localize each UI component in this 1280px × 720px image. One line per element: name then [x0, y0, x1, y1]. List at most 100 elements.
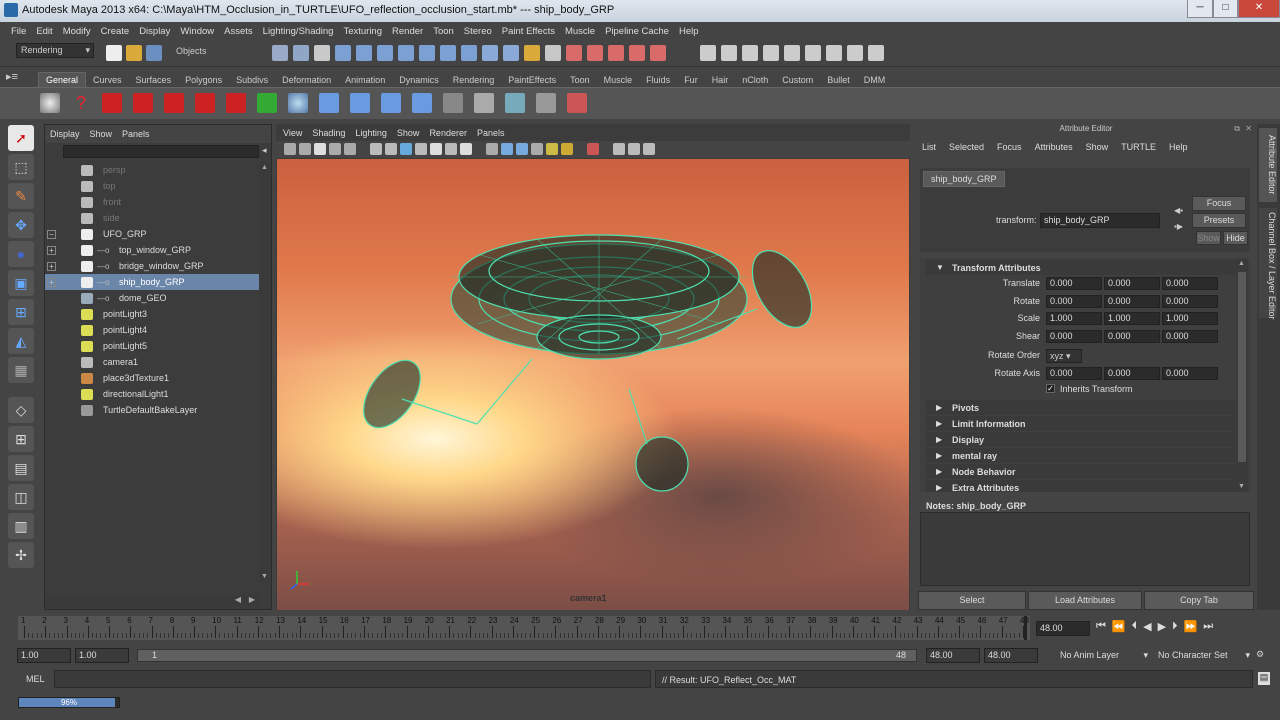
script-language-toggle[interactable]: MEL	[26, 674, 45, 684]
constraint-icon[interactable]	[412, 93, 432, 113]
script-editor-icon[interactable]: ▤	[1258, 672, 1270, 685]
shelf-tab-dmm[interactable]: DMM	[857, 73, 893, 87]
section-display[interactable]: ▶ Display	[926, 432, 1236, 447]
two-d-pan-icon[interactable]	[344, 143, 356, 155]
play-backward-icon[interactable]: ◀	[1143, 620, 1151, 633]
section-pivots[interactable]: ▶ Pivots	[926, 400, 1236, 415]
close-panel-icon[interactable]: ✕	[1245, 124, 1252, 133]
section-extra-attributes[interactable]: ▶ Extra Attributes	[926, 480, 1236, 492]
outliner-search-field[interactable]	[63, 145, 259, 158]
menu-lighting-shading[interactable]: Lighting/Shading	[258, 26, 339, 37]
manipulator-tool-icon[interactable]: ⊞	[8, 299, 34, 325]
ipr-render-icon[interactable]	[587, 45, 603, 61]
shelf-tab-curves[interactable]: Curves	[86, 73, 129, 87]
layout-four-panes-icon[interactable]: ⊞	[8, 426, 34, 452]
shelf-tab-polygons[interactable]: Polygons	[178, 73, 229, 87]
xray-joints-icon[interactable]	[628, 143, 640, 155]
render-icon[interactable]	[566, 45, 582, 61]
shelf-tab-custom[interactable]: Custom	[775, 73, 820, 87]
layout-persp-graph-icon[interactable]: ◫	[8, 484, 34, 510]
select-button[interactable]: Select	[918, 591, 1026, 610]
shelf-tab-painteffects[interactable]: PaintEffects	[501, 73, 563, 87]
menu-window[interactable]: Window	[175, 26, 219, 37]
shelf-tab-general[interactable]: General	[38, 72, 87, 87]
select-object-icon[interactable]	[293, 45, 309, 61]
rotate-y-field[interactable]: 0.000	[1104, 294, 1160, 308]
layout-four-icon[interactable]	[742, 45, 758, 61]
snap-vertex-icon[interactable]	[482, 45, 498, 61]
attr-menu-focus[interactable]: Focus	[997, 142, 1022, 152]
paint-select-tool-icon[interactable]: ✎	[8, 183, 34, 209]
key-preferences-icon[interactable]: ⚙	[1256, 649, 1276, 663]
layout-single-icon[interactable]: ◇	[8, 397, 34, 423]
notes-textarea[interactable]	[920, 512, 1250, 586]
expand-icon[interactable]: +	[47, 261, 56, 271]
outliner-row-pointlight4[interactable]: pointLight4	[45, 322, 259, 338]
snap-view-icon[interactable]	[461, 45, 477, 61]
shelf-tab-fluids[interactable]: Fluids	[639, 73, 677, 87]
outliner-row-persp[interactable]: persp	[45, 162, 259, 178]
current-time-marker[interactable]	[1024, 616, 1027, 640]
maximize-button[interactable]: □	[1213, 0, 1238, 18]
viewport-menu-renderer[interactable]: Renderer	[429, 128, 467, 138]
rotate-axis-z[interactable]: 0.000	[1162, 367, 1218, 380]
outliner-row-ufo-grp[interactable]: − UFO_GRP	[45, 226, 259, 242]
hypershade-icon[interactable]	[629, 45, 645, 61]
paint-brush-icon[interactable]	[567, 93, 587, 113]
attribute-editor-side-tab[interactable]: Attribute Editor	[1259, 128, 1277, 202]
layout-two-icon[interactable]	[721, 45, 737, 61]
range-slider[interactable]: 1 48	[137, 649, 917, 662]
wireframe-on-shaded-icon[interactable]	[516, 143, 528, 155]
attr-menu-selected[interactable]: Selected	[949, 142, 984, 152]
sculpt-tool-icon[interactable]	[133, 93, 153, 113]
lattice-icon[interactable]	[443, 93, 463, 113]
snap-live-icon[interactable]	[419, 45, 435, 61]
viewport-menu-show[interactable]: Show	[397, 128, 420, 138]
safe-action-icon[interactable]	[445, 143, 457, 155]
node-name-field[interactable]: ship_body_GRP	[1040, 213, 1160, 228]
shelf-tab-dynamics[interactable]: Dynamics	[392, 73, 446, 87]
attr-menu-attributes[interactable]: Attributes	[1035, 142, 1073, 152]
section-node-behavior[interactable]: ▶ Node Behavior	[926, 464, 1236, 479]
outliner-row-camera1[interactable]: camera1	[45, 354, 259, 370]
outliner-hscrollbar[interactable]: ◀ ▶	[45, 595, 259, 607]
rotate-axis-x[interactable]: 0.000	[1046, 367, 1102, 380]
viewport-menu-lighting[interactable]: Lighting	[355, 128, 387, 138]
skin-icon[interactable]	[381, 93, 401, 113]
camera-attributes-icon[interactable]	[299, 143, 311, 155]
outliner-toggle-icon[interactable]	[763, 45, 779, 61]
outliner-row-directionallight1[interactable]: directionalLight1	[45, 386, 259, 402]
render-settings-icon[interactable]	[608, 45, 624, 61]
layout-custom-icon[interactable]: ✢	[8, 542, 34, 568]
inherits-transform-checkbox[interactable]: ✓	[1046, 384, 1055, 393]
outliner-row-ship-body-grp[interactable]: + ship_body_GRP —o	[45, 274, 259, 290]
go-to-start-icon[interactable]: ⏮	[1096, 620, 1106, 633]
shelf-tab-deformation[interactable]: Deformation	[275, 73, 338, 87]
show-button[interactable]: Show	[1196, 231, 1221, 245]
outliner-row-front[interactable]: front	[45, 194, 259, 210]
go-to-end-icon[interactable]: ⏭	[1203, 620, 1213, 633]
outliner-row-dome-geo[interactable]: dome_GEO —o	[45, 290, 259, 306]
menu-help[interactable]: Help	[674, 26, 704, 37]
select-component-icon[interactable]	[314, 45, 330, 61]
select-tool-icon[interactable]: ➚	[8, 125, 34, 151]
shelf-tab-surfaces[interactable]: Surfaces	[129, 73, 179, 87]
menu-edit[interactable]: Edit	[31, 26, 57, 37]
end-time-field[interactable]: 48.00	[984, 648, 1038, 663]
detach-icon[interactable]: ⧉	[1234, 124, 1240, 134]
shear-z-field[interactable]: 0.000	[1162, 329, 1218, 343]
shelf-tab-hair[interactable]: Hair	[705, 73, 736, 87]
menu-muscle[interactable]: Muscle	[560, 26, 600, 37]
menu-toon[interactable]: Toon	[428, 26, 459, 37]
command-input[interactable]	[54, 670, 651, 688]
section-transform-attributes[interactable]: ▼ Transform Attributes	[926, 260, 1236, 275]
play-forward-icon[interactable]: ▶	[1158, 620, 1166, 633]
ik-icon[interactable]	[350, 93, 370, 113]
gate-mask-icon[interactable]	[415, 143, 427, 155]
rotate-x-field[interactable]: 0.000	[1046, 294, 1102, 308]
layout-one-icon[interactable]	[700, 45, 716, 61]
shelf-tab-toon[interactable]: Toon	[563, 73, 597, 87]
menu-render[interactable]: Render	[387, 26, 428, 37]
shelf-tab-subdivs[interactable]: Subdivs	[229, 73, 275, 87]
scale-tool-icon[interactable]: ▣	[8, 270, 34, 296]
